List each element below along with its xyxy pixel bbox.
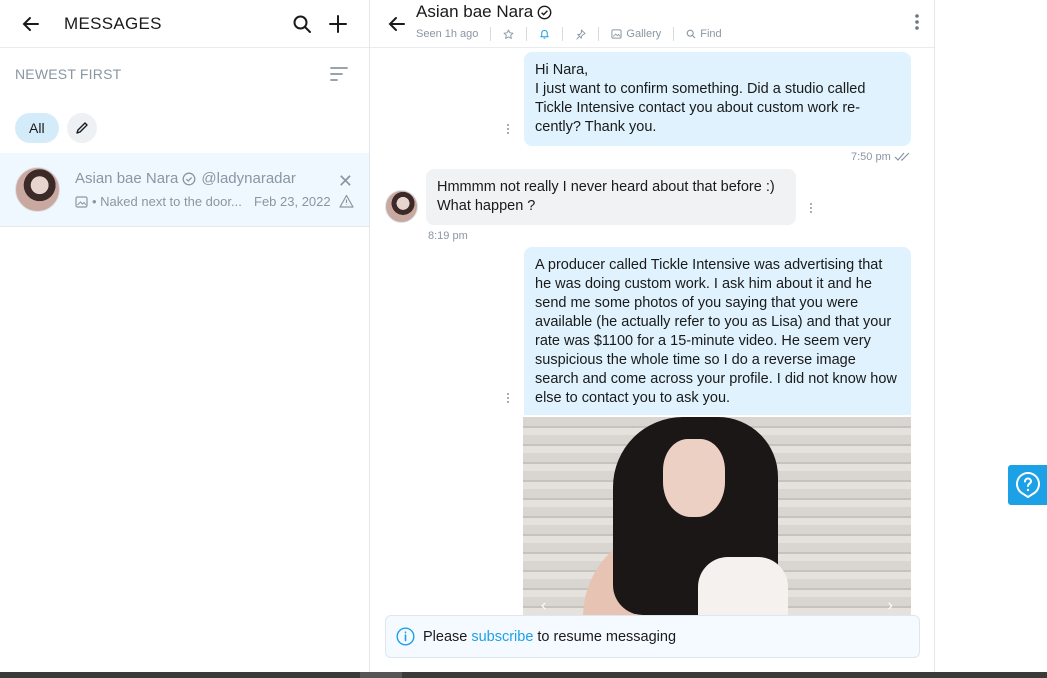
- message-time-text: 7:50 pm: [851, 151, 891, 163]
- message-options-icon[interactable]: [810, 203, 814, 215]
- pin-icon[interactable]: [575, 28, 586, 40]
- message-time-text: 8:19 pm: [428, 230, 468, 242]
- messages-panel: MESSAGES NEWEST FIRST All Asian bae Nara…: [0, 0, 370, 672]
- gallery-icon: [75, 195, 88, 208]
- verified-icon: [537, 5, 552, 20]
- conversation-handle: @ladynaradar: [201, 170, 296, 187]
- conversation-name: Asian bae Nara: [75, 170, 179, 187]
- chat-subheader: Seen 1h ago Gallery Find: [416, 27, 722, 41]
- info-icon: [396, 627, 415, 646]
- message-outgoing: Hi Nara, I just want to confirm somethin…: [524, 52, 911, 146]
- messages-header: MESSAGES: [0, 0, 369, 48]
- message-options-icon[interactable]: [507, 124, 511, 136]
- preview-text: • Naked next to the door...: [92, 194, 242, 209]
- message-options-icon[interactable]: [507, 393, 511, 405]
- conversation-name-row: Asian bae Nara @ladynaradar: [75, 170, 296, 187]
- find-button[interactable]: Find: [686, 28, 722, 40]
- message-time: 8:19 pm: [428, 230, 468, 242]
- chevron-left-icon[interactable]: ‹: [541, 597, 546, 615]
- sort-label: NEWEST FIRST: [15, 66, 122, 82]
- sort-icon[interactable]: [324, 59, 354, 89]
- message-time: 7:50 pm: [851, 151, 912, 163]
- message-incoming: Hmmmm not really I never heard about tha…: [426, 169, 796, 225]
- gallery-button[interactable]: Gallery: [611, 28, 661, 40]
- filter-chips: All: [0, 100, 369, 150]
- gallery-label: Gallery: [626, 28, 662, 40]
- find-icon: [686, 29, 696, 39]
- pencil-icon[interactable]: [66, 113, 97, 143]
- more-icon[interactable]: [914, 12, 920, 37]
- taskbar-strip: [0, 672, 1047, 678]
- plus-icon[interactable]: [323, 9, 353, 39]
- subscribe-link[interactable]: subscribe: [471, 629, 533, 645]
- find-label: Find: [700, 28, 722, 40]
- sort-row: NEWEST FIRST: [0, 48, 369, 100]
- back-arrow-icon[interactable]: [382, 9, 412, 39]
- help-icon: [1015, 471, 1041, 499]
- avatar: [385, 190, 418, 223]
- message-outgoing: A producer called Tickle Intensive was a…: [524, 247, 911, 415]
- conversation-item[interactable]: Asian bae Nara @ladynaradar • Naked next…: [0, 153, 369, 227]
- filter-all-chip[interactable]: All: [15, 113, 59, 143]
- chat-panel: Asian bae Nara Seen 1h ago Gallery Find …: [370, 0, 935, 672]
- chat-title[interactable]: Asian bae Nara: [416, 2, 552, 22]
- double-check-icon: [894, 152, 912, 162]
- close-icon[interactable]: ✕: [338, 171, 353, 192]
- messages-title: MESSAGES: [64, 13, 162, 33]
- seen-status: Seen 1h ago: [416, 28, 479, 40]
- chat-name: Asian bae Nara: [416, 2, 534, 21]
- avatar: [15, 167, 60, 212]
- preview-date: Feb 23, 2022: [254, 194, 331, 209]
- subscribe-notice: Please subscribe to resume messaging: [385, 615, 920, 658]
- back-arrow-icon[interactable]: [16, 9, 46, 39]
- notice-text-after: to resume messaging: [537, 628, 677, 645]
- notice-text-before: Please: [423, 628, 468, 645]
- chat-header: Asian bae Nara Seen 1h ago Gallery Find: [370, 0, 934, 48]
- warning-icon[interactable]: [339, 194, 354, 213]
- gallery-icon: [611, 29, 622, 39]
- star-icon[interactable]: [503, 28, 514, 40]
- search-icon[interactable]: [287, 9, 317, 39]
- help-button[interactable]: [1008, 465, 1047, 505]
- chevron-right-icon[interactable]: ›: [888, 597, 893, 615]
- verified-icon: [182, 172, 196, 186]
- conversation-preview: • Naked next to the door... Feb 23, 2022: [75, 194, 360, 209]
- message-photo[interactable]: ‹ ›: [523, 417, 911, 615]
- bell-icon[interactable]: [539, 28, 550, 40]
